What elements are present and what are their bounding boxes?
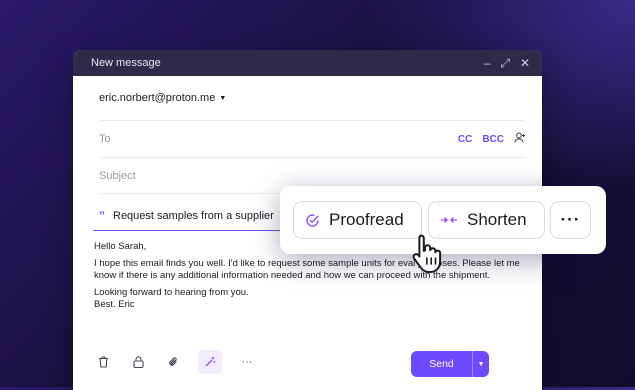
trash-icon[interactable] [93, 352, 113, 372]
ai-prompt-text: Request samples from a supplier [113, 210, 274, 222]
attachment-icon[interactable] [163, 352, 183, 372]
compose-titlebar: New message – ⤢ ✕ [73, 50, 542, 76]
body-paragraph: I hope this email finds you well. I'd li… [94, 258, 520, 281]
to-field[interactable]: To CC BCC [99, 121, 526, 158]
magic-wand-icon[interactable] [198, 350, 222, 374]
cc-button[interactable]: CC [458, 134, 472, 145]
proofread-label: Proofread [329, 210, 404, 229]
body-closing: Looking forward to hearing from you. [94, 287, 249, 298]
compose-toolbar: ··· [93, 350, 257, 374]
chevron-down-icon: ▼ [219, 94, 227, 102]
shorten-icon [440, 215, 458, 225]
add-contact-icon[interactable] [514, 132, 526, 146]
more-actions-label: ··· [560, 210, 581, 229]
from-address: eric.norbert@proton.me [99, 92, 216, 104]
send-label: Send [429, 358, 454, 370]
from-field[interactable]: eric.norbert@proton.me ▼ [99, 76, 526, 121]
to-label: To [99, 133, 111, 145]
expand-icon[interactable]: ⤢ [500, 56, 510, 71]
quote-icon: ” [99, 209, 105, 223]
lock-icon[interactable] [128, 352, 148, 372]
more-actions-button[interactable]: ··· [550, 201, 591, 239]
hand-pointer-icon [408, 231, 452, 280]
bcc-button[interactable]: BCC [482, 134, 504, 145]
compose-title: New message [91, 57, 161, 69]
send-options-chevron-icon[interactable]: ▼ [472, 351, 489, 377]
send-button[interactable]: Send ▼ [411, 351, 489, 377]
subject-placeholder: Subject [99, 169, 136, 182]
proofread-icon [305, 213, 320, 228]
body-signature: Best. Eric [94, 299, 135, 310]
more-options-icon[interactable]: ··· [237, 352, 257, 372]
minimize-icon[interactable]: – [484, 56, 491, 71]
close-icon[interactable]: ✕ [520, 56, 530, 71]
shorten-label: Shorten [467, 210, 527, 229]
proofread-button[interactable]: Proofread [293, 201, 422, 239]
